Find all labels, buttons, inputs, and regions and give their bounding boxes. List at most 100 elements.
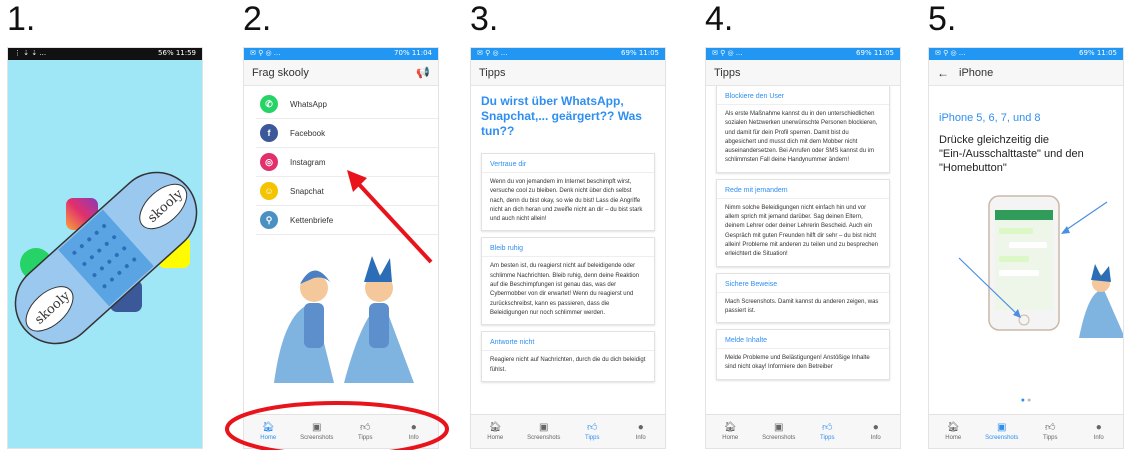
step-number: 2. — [243, 0, 272, 38]
tip-card: Antworte nicht Reagiere nicht auf Nachri… — [481, 331, 655, 382]
nav-home[interactable]: 🏠︎ Home — [706, 415, 755, 448]
tip-card: Bleib ruhig Am besten ist, du reagierst … — [481, 237, 655, 326]
thumbs-up-icon: 👍︎ — [587, 421, 598, 433]
image-icon: ▣ — [997, 421, 1007, 433]
info-icon: ● — [637, 421, 644, 433]
tip-card: Melde Inhalte Melde Probleme und Belästi… — [716, 329, 890, 380]
step-3: 3. ✉ ⚲ ◎ ... 69% 11:05 Tipps Du wirst übe… — [470, 0, 684, 450]
step-5: 5. ✉ ⚲ ◎ ... 69% 11:05 ← iPhone iPhone 5,… — [928, 0, 1139, 450]
bottom-nav: 🏠︎ Home ▣ Screenshots 👍︎ Tipps ● Info — [706, 414, 900, 448]
phone-screen-tipps: ✉ ⚲ ◎ ... 69% 11:05 Tipps Du wirst über W… — [470, 47, 666, 449]
status-bar: ✉ ⚲ ◎ ... 70% 11:04 — [244, 48, 438, 60]
home-icon: 🏠︎ — [946, 421, 960, 433]
step-4: 4. ✉ ⚲ ◎ ... 69% 11:05 Tipps Blockiere de… — [705, 0, 919, 450]
nav-tipps[interactable]: 👍︎ Tipps — [568, 415, 617, 448]
nav-screenshots[interactable]: ▣ Screenshots — [520, 415, 569, 448]
tip-card: Sichere Beweise Mach Screenshots. Damit … — [716, 272, 890, 324]
snapchat-icon[interactable] — [158, 236, 190, 268]
tip-card: Rede mit jemandem Nimm solche Beleidigun… — [716, 178, 890, 267]
image-icon: ▣ — [539, 421, 549, 433]
tip-card-title: Blockiere den User — [717, 86, 889, 105]
tip-card-body: Melde Probleme und Belästigungen! Anstöß… — [725, 355, 870, 371]
tip-card-body: Nimm solche Beleidigungen nicht einfach … — [725, 204, 879, 258]
bottom-nav: 🏠︎ Home ▣ Screenshots 👍︎ Tipps ● Info — [929, 414, 1123, 448]
menu-item-snapchat[interactable]: ☺ Snapchat — [256, 177, 438, 206]
page-title: Frag skooly — [252, 66, 309, 79]
svg-text:skooly: skooly — [145, 186, 187, 225]
info-icon: ● — [872, 421, 879, 433]
whatsapp-icon[interactable] — [20, 248, 52, 280]
image-icon: ▣ — [774, 421, 784, 433]
thumbs-up-icon: 👍︎ — [360, 421, 371, 433]
page-title: Tipps — [479, 66, 506, 79]
tip-card-body: Mach Screenshots. Damit kannst du andere… — [725, 298, 879, 314]
phone-screen-iphone: ✉ ⚲ ◎ ... 69% 11:05 ← iPhone iPhone 5, 6,… — [928, 47, 1124, 449]
status-bar: ✉ ⚲ ◎ ... 69% 11:05 — [471, 48, 665, 60]
tip-card: Vertraue dir Wenn du von jemandem im Int… — [481, 153, 655, 232]
home-icon: 🏠︎ — [261, 421, 275, 433]
nav-info[interactable]: ● Info — [1075, 415, 1124, 448]
tip-card-body: Wenn du von jemandem im Internet beschim… — [490, 179, 643, 223]
tip-card-title: Rede mit jemandem — [717, 180, 889, 199]
phone-screen-tipps-scrolled: ✉ ⚲ ◎ ... 69% 11:05 Tipps Blockiere den U… — [705, 47, 901, 449]
snapchat-icon: ☺ — [260, 182, 278, 200]
nav-screenshots[interactable]: ▣ Screenshots — [978, 415, 1027, 448]
phone-screen-frag-skooly: ✉ ⚲ ◎ ... 70% 11:04 Frag skooly 📢 ✆ Whats… — [243, 47, 439, 449]
tip-card-body: Als erste Maßnahme kannst du in den unte… — [725, 111, 878, 164]
home-icon: 🏠︎ — [723, 421, 737, 433]
nav-info[interactable]: ● Info — [617, 415, 666, 448]
facebook-icon: f — [260, 124, 278, 142]
nav-info[interactable]: ● Info — [852, 415, 901, 448]
facebook-icon[interactable] — [110, 280, 142, 312]
nav-info[interactable]: ● Info — [390, 415, 439, 448]
svg-text:skooly: skooly — [32, 288, 74, 327]
status-bar: ✉ ⚲ ◎ ... 69% 11:05 — [929, 48, 1123, 60]
bottom-nav: 🏠︎ Home ▣ Screenshots 👍︎ Tipps ● Info — [471, 414, 665, 448]
tips-headline: Du wirst über WhatsApp, Snapchat,... geä… — [481, 94, 642, 138]
tip-card-title: Bleib ruhig — [482, 238, 654, 258]
menu-list: ✆ WhatsApp f Facebook ◎ Instagram ☺ Snap… — [244, 86, 438, 235]
step-number: 1. — [7, 0, 36, 38]
menu-item-kettenbriefe[interactable]: ⚲ Kettenbriefe — [256, 206, 438, 235]
bottom-nav: 🏠︎ Home ▣ Screenshots 👍︎ Tipps ● Info — [244, 414, 438, 448]
step-1: 1. ⋮ ⇣ ⇣ ... 56% 11:59 skooly skooly — [7, 0, 221, 450]
menu-item-facebook[interactable]: f Facebook — [256, 119, 438, 148]
nav-home[interactable]: 🏠︎ Home — [471, 415, 520, 448]
superhero-illustration — [274, 256, 414, 383]
nav-home[interactable]: 🏠︎ Home — [929, 415, 978, 448]
app-bar: Tipps — [471, 60, 665, 86]
step-number: 3. — [470, 0, 499, 38]
step-2: 2. ✉ ⚲ ◎ ... 70% 11:04 Frag skooly 📢 ✆ Wh… — [225, 0, 457, 450]
nav-tipps[interactable]: 👍︎ Tipps — [1026, 415, 1075, 448]
whatsapp-icon: ✆ — [260, 95, 278, 113]
tip-card-title: Antworte nicht — [482, 332, 654, 352]
megaphone-icon[interactable]: 📢 — [416, 66, 430, 79]
tip-card-title: Vertraue dir — [482, 154, 654, 173]
status-bar: ✉ ⚲ ◎ ... 69% 11:05 — [706, 48, 900, 60]
phone-screen-home: ⋮ ⇣ ⇣ ... 56% 11:59 skooly skooly — [7, 47, 203, 449]
device-subtitle: iPhone 5, 6, 7, und 8 — [939, 112, 1041, 124]
nav-home[interactable]: 🏠︎ Home — [244, 415, 293, 448]
step-number: 5. — [928, 0, 957, 38]
back-arrow-icon[interactable]: ← — [937, 66, 949, 80]
nav-tipps[interactable]: 👍︎ Tipps — [341, 415, 390, 448]
nav-screenshots[interactable]: ▣ Screenshots — [755, 415, 804, 448]
tip-card-body: Reagiere nicht auf Nachrichten, durch di… — [490, 357, 646, 373]
thumbs-up-icon: 👍︎ — [822, 421, 833, 433]
info-icon: ● — [1095, 421, 1102, 433]
image-icon: ▣ — [312, 421, 322, 433]
instagram-icon[interactable] — [66, 198, 98, 230]
nav-tipps[interactable]: 👍︎ Tipps — [803, 415, 852, 448]
tip-card-title: Melde Inhalte — [717, 330, 889, 350]
app-bar: Frag skooly 📢 — [244, 60, 438, 86]
nav-screenshots[interactable]: ▣ Screenshots — [293, 415, 342, 448]
iphone-illustration — [958, 195, 1123, 338]
chain-icon: ⚲ — [260, 211, 278, 229]
info-icon: ● — [410, 421, 417, 433]
menu-item-whatsapp[interactable]: ✆ WhatsApp — [256, 90, 438, 119]
status-bar: ⋮ ⇣ ⇣ ... 56% 11:59 — [8, 48, 202, 60]
tip-card: Blockiere den User Als erste Maßnahme ka… — [716, 86, 890, 173]
menu-item-instagram[interactable]: ◎ Instagram — [256, 148, 438, 177]
app-bar: ← iPhone — [929, 60, 1123, 86]
tip-card-body: Am besten ist, du reagierst nicht auf be… — [490, 263, 640, 316]
